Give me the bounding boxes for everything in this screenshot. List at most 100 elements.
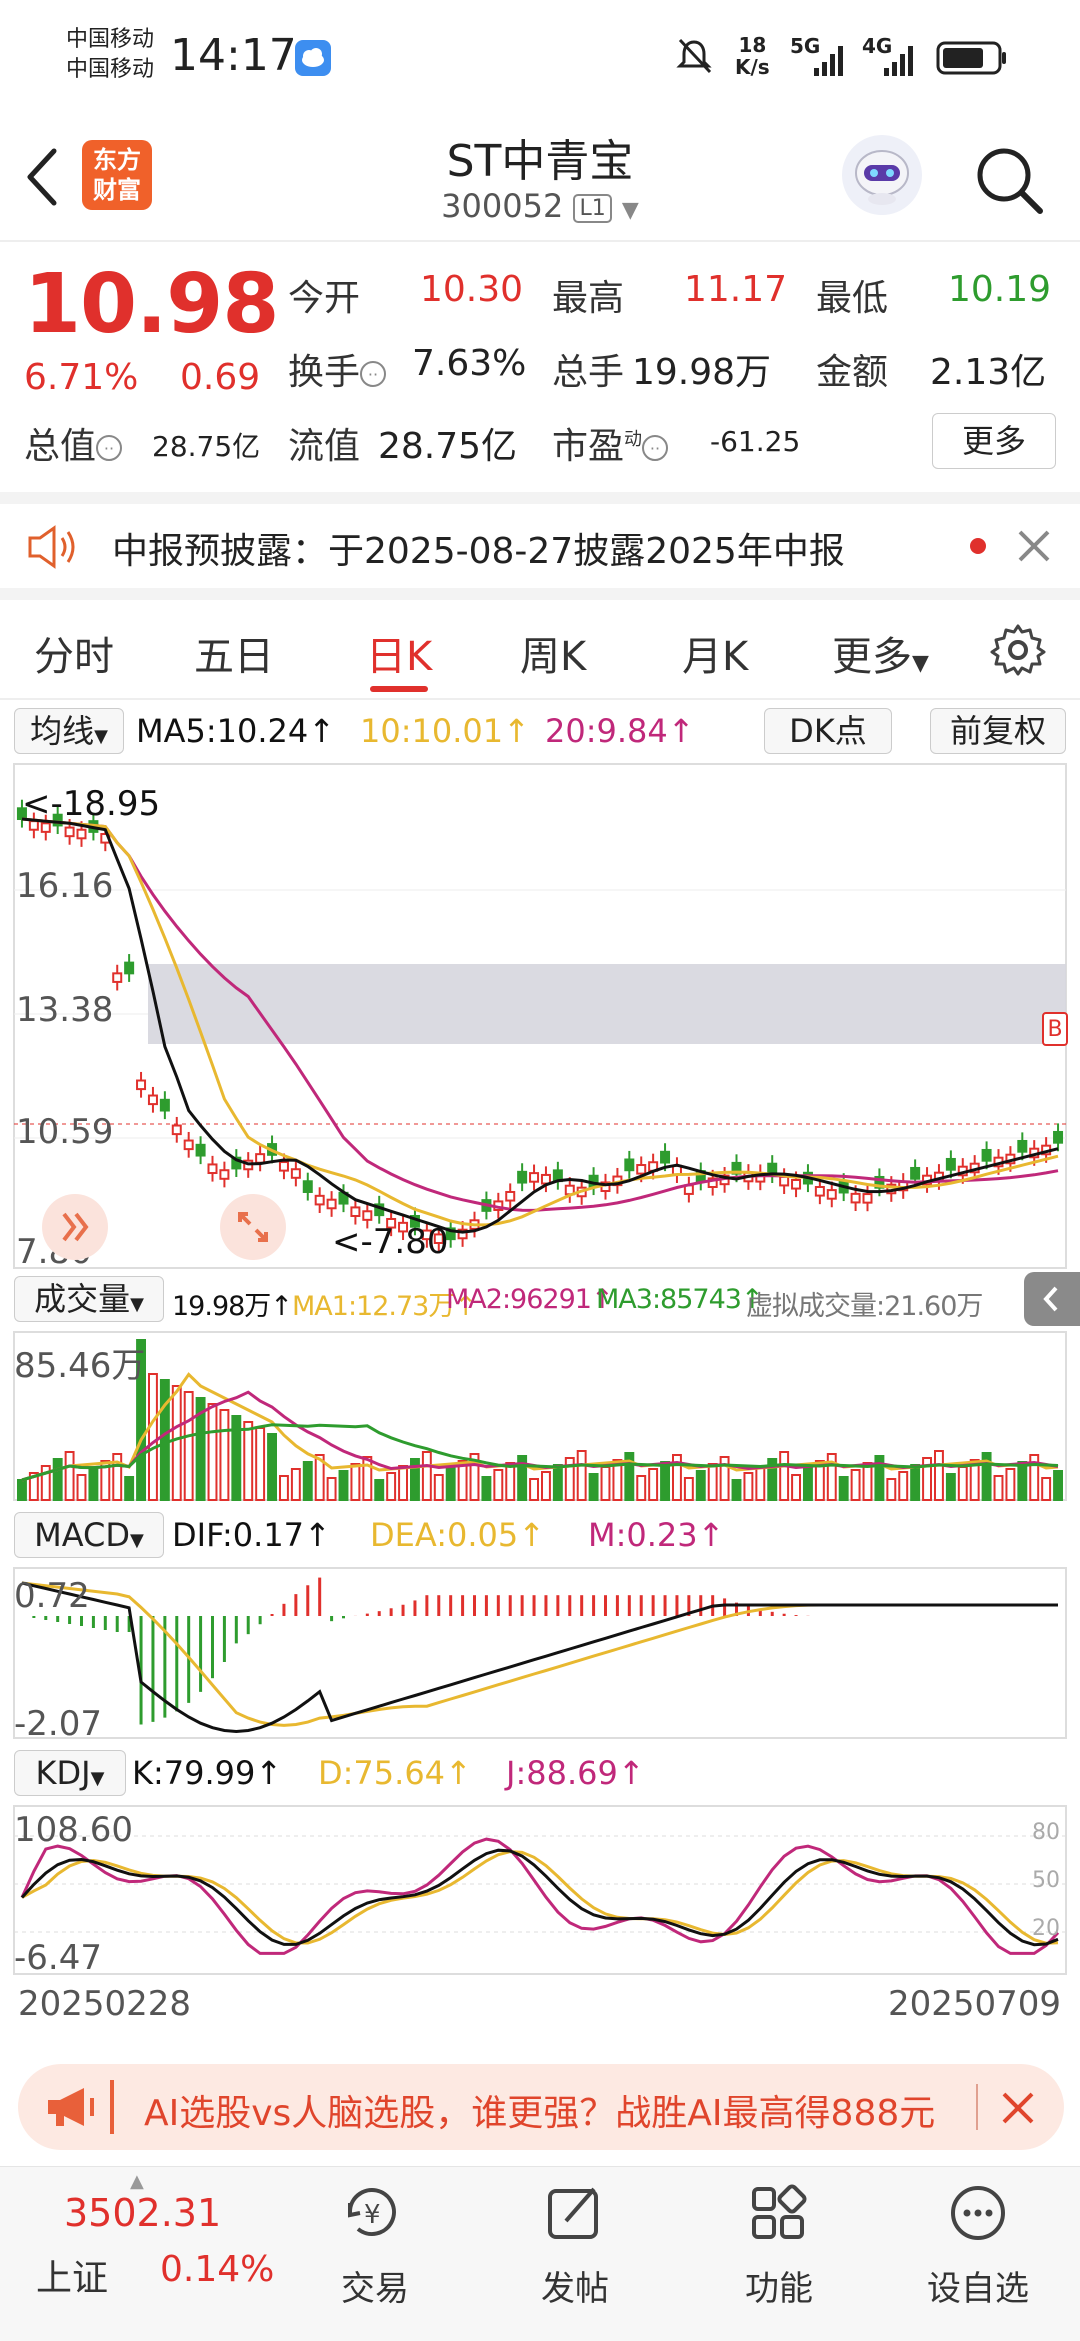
tab-more[interactable]: 更多▼: [832, 624, 929, 682]
volume-bar: [386, 1472, 397, 1501]
expand-left-icon[interactable]: [42, 1194, 108, 1260]
low-label: 最低: [816, 278, 889, 319]
watchlist-label[interactable]: 设自选: [908, 2261, 1048, 2310]
period-tabs: 分时 五日 日K 周K 月K 更多▼: [0, 600, 1080, 698]
tab-five-day[interactable]: 五日: [194, 624, 274, 682]
gear-icon[interactable]: [990, 622, 1046, 682]
y-label-2: 13.38: [16, 990, 114, 1030]
candle-body: [136, 1079, 147, 1091]
notice-bar[interactable]: 中报预披露：于2025-08-27披露2025年中报: [0, 504, 1080, 588]
volume-selector[interactable]: 成交量▼: [14, 1276, 164, 1322]
trade-nav-item[interactable]: ¥: [338, 2183, 418, 2247]
kline-canvas: [13, 763, 1067, 1269]
volume-bar: [541, 1471, 551, 1501]
caret-down-icon: ▼: [130, 1294, 144, 1315]
candle-body: [981, 1148, 992, 1162]
pe-label-text: 市盈: [552, 426, 625, 467]
volume-chart[interactable]: 85.46万: [0, 1330, 1080, 1502]
kline-chart[interactable]: 16.16 13.38 10.59 7.80 <-18.95 <-7.80 B: [0, 762, 1080, 1272]
post-label[interactable]: 发帖: [520, 2261, 630, 2310]
open-value: 10.30: [420, 269, 524, 310]
candle-body: [112, 972, 123, 983]
section-divider: [0, 588, 1080, 600]
grid-function-icon[interactable]: [748, 2183, 808, 2247]
kdj-level-80: 80: [1032, 1820, 1060, 1845]
kdj-j-text: J:88.69: [506, 1754, 618, 1792]
collapse-panel-icon[interactable]: [1024, 1272, 1080, 1326]
macd-chart[interactable]: 0.72 -2.07: [0, 1566, 1080, 1744]
info-icon[interactable]: ··: [360, 361, 387, 387]
volume-bar: [88, 1467, 99, 1501]
volume-bar: [648, 1468, 659, 1501]
volume-bar: [779, 1451, 790, 1501]
candle-body: [814, 1186, 825, 1197]
tab-monthly-k[interactable]: 月K: [682, 624, 748, 682]
ad-close-icon[interactable]: [998, 2088, 1038, 2132]
open-label: 今开: [288, 278, 361, 319]
search-icon[interactable]: [972, 143, 1048, 223]
chevron-down-icon: ▼: [621, 198, 639, 223]
function-label[interactable]: 功能: [724, 2261, 834, 2310]
info-icon[interactable]: ··: [96, 435, 123, 461]
change-abs: 0.69: [180, 357, 261, 398]
caret-down-icon: ▼: [90, 1768, 105, 1789]
volume-bar: [636, 1475, 647, 1501]
more-dots-icon[interactable]: [948, 2183, 1008, 2247]
dk-point-button[interactable]: DK点: [764, 708, 892, 754]
robot-avatar-icon[interactable]: [842, 135, 922, 215]
index-value[interactable]: 3502.31: [64, 2191, 221, 2235]
high-label: 最高: [552, 278, 625, 319]
vol-ma2: MA2:96291↑: [446, 1284, 614, 1315]
volume-bar: [505, 1462, 516, 1501]
date-start: 20250228: [18, 1984, 192, 2024]
pe-label: 市盈动 ··: [552, 417, 669, 469]
volume-bar: [576, 1450, 587, 1501]
volume-bar: [326, 1477, 337, 1501]
index-pct[interactable]: 0.14%: [160, 2249, 274, 2290]
app-header: 东方 财富 ST中青宝 300052 L1 ▼: [0, 115, 1080, 240]
ma-selector[interactable]: 均线▼: [14, 708, 124, 754]
candle-body: [40, 822, 51, 833]
candle-body: [195, 1143, 206, 1157]
more-button[interactable]: 更多: [932, 413, 1056, 469]
volume-bar: [1053, 1470, 1064, 1501]
index-name[interactable]: 上证: [36, 2249, 108, 2301]
post-icon[interactable]: [544, 2183, 604, 2247]
trade-label[interactable]: 交易: [320, 2261, 430, 2310]
amount-value: 2.13亿: [930, 352, 1047, 393]
speaker-icon: [24, 522, 84, 576]
ad-text: AI选股vs人脑选股，谁更强？战胜AI最高得888元: [144, 2093, 936, 2134]
close-icon[interactable]: [1014, 526, 1054, 570]
net-speed-value: 18: [738, 33, 767, 57]
ad-divider-2: [976, 2084, 978, 2130]
kdj-selector[interactable]: KDJ▼: [14, 1750, 126, 1796]
ad-banner[interactable]: AI选股vs人脑选股，谁更强？战胜AI最高得888元: [18, 2064, 1064, 2150]
candle-body: [183, 1139, 194, 1151]
tab-weekly-k[interactable]: 周K: [520, 624, 586, 682]
info-icon[interactable]: ··: [642, 435, 669, 461]
mktcap-value: 28.75亿: [152, 430, 261, 463]
volume-bar: [731, 1479, 742, 1501]
fullscreen-icon[interactable]: [220, 1194, 286, 1260]
kdj-canvas: [13, 1805, 1067, 1975]
volume-bar: [838, 1476, 849, 1501]
volume-bar: [398, 1465, 409, 1501]
volume-bar: [850, 1469, 861, 1501]
b-point-marker[interactable]: B: [1042, 1012, 1068, 1046]
volume-bar: [957, 1466, 968, 1501]
pe-sup: 动: [624, 429, 643, 450]
volume-bar: [1017, 1461, 1028, 1501]
signal-icon-1: [812, 40, 852, 82]
kdj-level-50: 50: [1032, 1868, 1060, 1893]
macd-selector[interactable]: MACD▼: [14, 1512, 164, 1558]
volume-bar: [171, 1385, 182, 1501]
tab-intraday[interactable]: 分时: [34, 624, 114, 682]
yen-cycle-icon: ¥: [347, 2188, 396, 2237]
candle-body: [910, 1166, 921, 1180]
adjust-button[interactable]: 前复权: [930, 708, 1066, 754]
kdj-d-text: D:75.64: [318, 1754, 446, 1792]
last-price: 10.98: [24, 257, 279, 352]
kdj-chart[interactable]: 108.60 -6.47 80 50 20: [0, 1804, 1080, 1978]
mute-icon: [674, 36, 714, 80]
tab-daily-k[interactable]: 日K: [366, 624, 432, 682]
